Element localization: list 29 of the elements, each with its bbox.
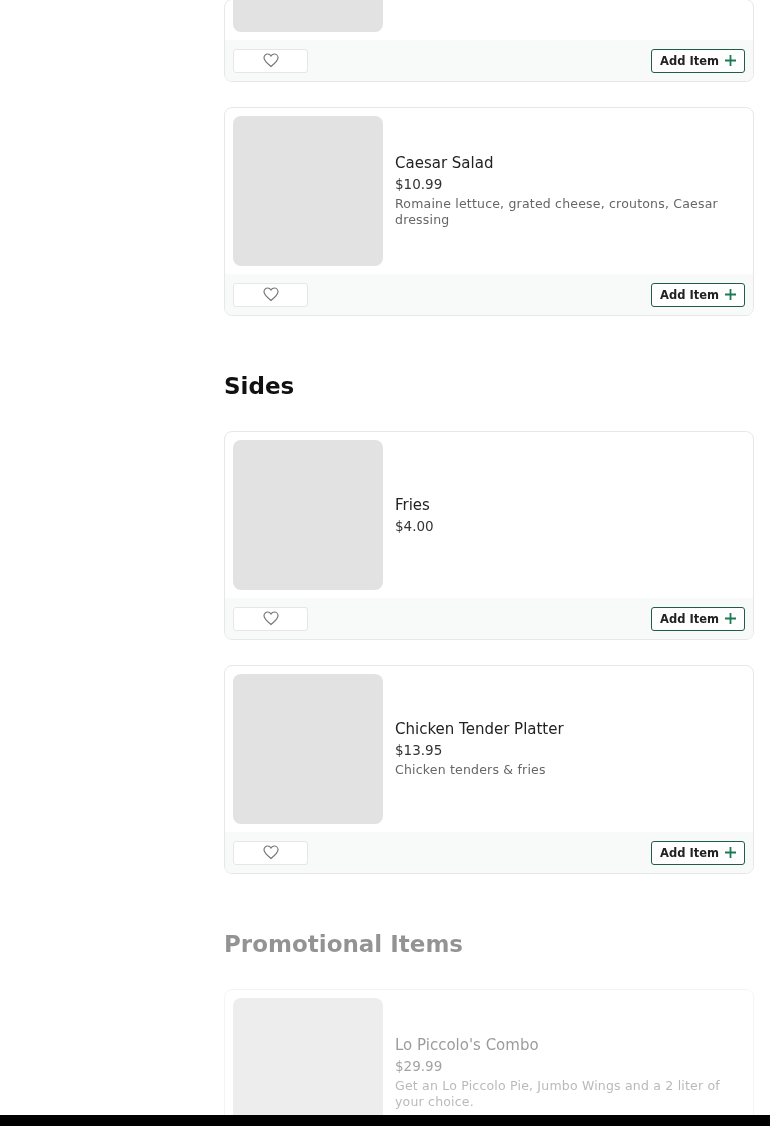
favorite-button[interactable] [233, 840, 308, 865]
heart-icon [262, 287, 279, 302]
heart-icon [262, 845, 279, 860]
item-description: Romaine lettuce, grated cheese, croutons, Caesar dressing [395, 196, 719, 228]
favorite-button[interactable] [233, 606, 308, 631]
item-description: Chicken tenders & fries [395, 762, 547, 778]
add-item-button[interactable]: Add Item [651, 48, 745, 73]
section-heading: Sides [224, 372, 296, 401]
heart-icon [262, 611, 279, 626]
item-name: Lo Piccolo's Combo [395, 1036, 540, 1054]
add-item-button[interactable]: Add Item [651, 282, 745, 307]
item-price: $29.99 [395, 1058, 444, 1074]
item-price: $4.00 [395, 518, 435, 534]
plus-icon [725, 847, 736, 858]
plus-icon [725, 613, 736, 624]
heart-icon [262, 53, 279, 68]
favorite-button[interactable] [233, 282, 308, 307]
favorite-button[interactable] [233, 48, 308, 73]
plus-icon [725, 289, 736, 300]
add-item-button[interactable]: Add Item [651, 606, 745, 631]
item-description: Get an Lo Piccolo Pie, Jumbo Wings and a 2 liter of your choice. [395, 1078, 721, 1110]
item-name: Fries [395, 496, 431, 514]
add-item-button[interactable]: Add Item [651, 840, 745, 865]
plus-icon [725, 55, 736, 66]
item-price: $10.99 [395, 176, 444, 192]
item-name: Caesar Salad [395, 154, 495, 172]
section-heading: Promotional Items [224, 930, 465, 959]
item-price: $13.95 [395, 742, 444, 758]
item-name: Chicken Tender Platter [395, 720, 565, 738]
